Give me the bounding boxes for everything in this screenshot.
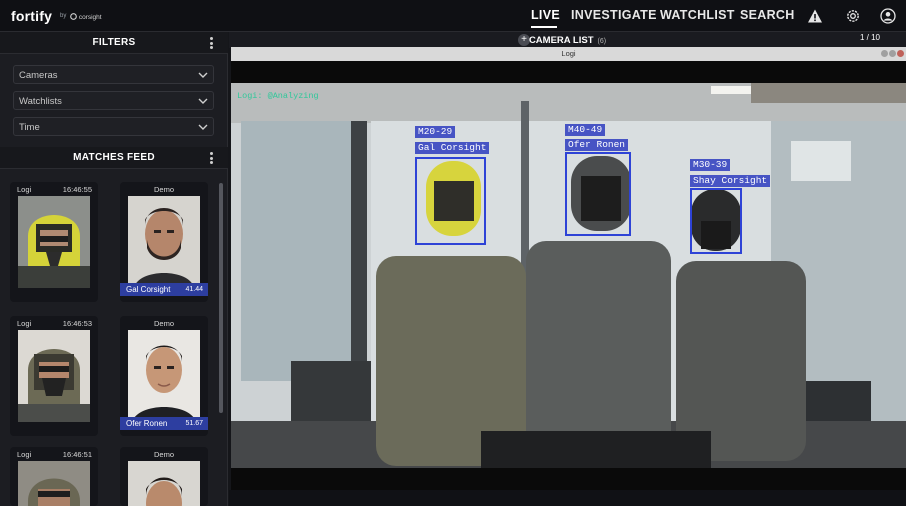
match-card[interactable]: Demo (120, 447, 208, 506)
partner-logo-icon (70, 13, 77, 20)
face-age-tag: M20-29 (415, 126, 456, 138)
match-score: 41.44 (185, 286, 203, 293)
camera-list-title: CAMERA LIST (6) (528, 35, 607, 46)
match-camera: Demo (153, 319, 174, 328)
face-name-tag: Shay Corsight (690, 175, 771, 187)
camera-window-titlebar[interactable]: Logi (231, 47, 906, 61)
nav-search[interactable]: SEARCH (740, 8, 795, 22)
settings-icon[interactable] (845, 8, 861, 24)
minimize-icon[interactable] (881, 50, 888, 57)
match-name: Ofer Ronen (126, 419, 168, 428)
camera-count: (6) (597, 38, 607, 45)
nav-watchlist[interactable]: WATCHLIST (660, 8, 735, 22)
face-name-tag: Gal Corsight (415, 142, 490, 154)
cameras-dropdown-label: Cameras (19, 70, 58, 81)
app-logo[interactable]: fortify (11, 8, 52, 24)
logo-by: by (60, 13, 67, 19)
cameras-dropdown[interactable]: Cameras (13, 65, 214, 84)
time-dropdown-label: Time (19, 122, 40, 133)
camera-window-title: Logi (561, 49, 576, 58)
filters-header: FILTERS (0, 32, 228, 54)
capture-card[interactable]: Logi 16:46:55 (10, 182, 98, 302)
face-age-tag: M40-49 (565, 124, 606, 136)
filters-menu-icon[interactable] (210, 37, 214, 49)
matches-feed-menu-icon[interactable] (210, 152, 214, 164)
match-card[interactable]: Demo Ofer Ronen 51.67 (120, 316, 208, 436)
feed-scrollbar[interactable] (219, 183, 223, 413)
capture-photo (18, 196, 90, 288)
top-bar: fortify by corsight LIVE INVESTIGATE WAT… (0, 0, 906, 32)
watchlists-dropdown[interactable]: Watchlists (13, 91, 214, 110)
user-icon[interactable] (880, 8, 896, 24)
capture-card[interactable]: Logi 16:46:53 (10, 316, 98, 436)
chevron-down-icon (198, 72, 208, 78)
nav-investigate[interactable]: INVESTIGATE (571, 8, 657, 22)
match-photo (128, 330, 200, 422)
face-age-tag: M30-39 (690, 159, 731, 171)
nav-live-underline (531, 26, 557, 28)
capture-camera: Logi (17, 185, 32, 194)
pager[interactable]: 1 / 10 (860, 33, 880, 42)
match-card[interactable]: Demo Gal Corsight 41.44 (120, 182, 208, 302)
capture-camera: Logi (17, 319, 32, 328)
capture-photo (18, 461, 90, 506)
match-camera: Demo (153, 450, 174, 459)
face-name-tag: Ofer Ronen (565, 139, 629, 151)
capture-camera: Logi (17, 450, 32, 459)
match-name-band: Gal Corsight 41.44 (120, 283, 208, 296)
logo-partner: corsight (70, 13, 102, 21)
filters-title: FILTERS (92, 37, 136, 48)
nav-live[interactable]: LIVE (531, 8, 560, 22)
capture-time: 16:46:53 (62, 319, 92, 328)
close-icon[interactable] (897, 50, 904, 57)
match-camera: Demo (153, 185, 174, 194)
capture-card[interactable]: Logi 16:46:51 (10, 447, 98, 506)
match-score: 51.67 (185, 420, 203, 427)
camera-overlay-status: Logi: @Analyzing (237, 91, 319, 101)
matches-feed-header: MATCHES FEED (0, 147, 228, 169)
maximize-icon[interactable] (889, 50, 896, 57)
face-detection-box[interactable] (690, 188, 742, 254)
camera-list-header: + CAMERA LIST (6) 1 / 10 (229, 32, 906, 48)
capture-time: 16:46:55 (62, 185, 92, 194)
camera-bottom-bar (229, 490, 906, 506)
chevron-down-icon (198, 98, 208, 104)
match-photo (128, 461, 200, 506)
chevron-down-icon (198, 124, 208, 130)
time-dropdown[interactable]: Time (13, 117, 214, 136)
match-photo (128, 196, 200, 288)
capture-time: 16:46:51 (62, 450, 92, 459)
watchlists-dropdown-label: Watchlists (19, 96, 62, 107)
alert-icon[interactable] (807, 8, 823, 24)
matches-feed-title: MATCHES FEED (73, 152, 155, 163)
capture-photo (18, 330, 90, 422)
face-detection-box[interactable] (565, 152, 631, 236)
match-name: Gal Corsight (126, 285, 171, 294)
match-name-band: Ofer Ronen 51.67 (120, 417, 208, 430)
face-detection-box[interactable] (415, 157, 486, 245)
